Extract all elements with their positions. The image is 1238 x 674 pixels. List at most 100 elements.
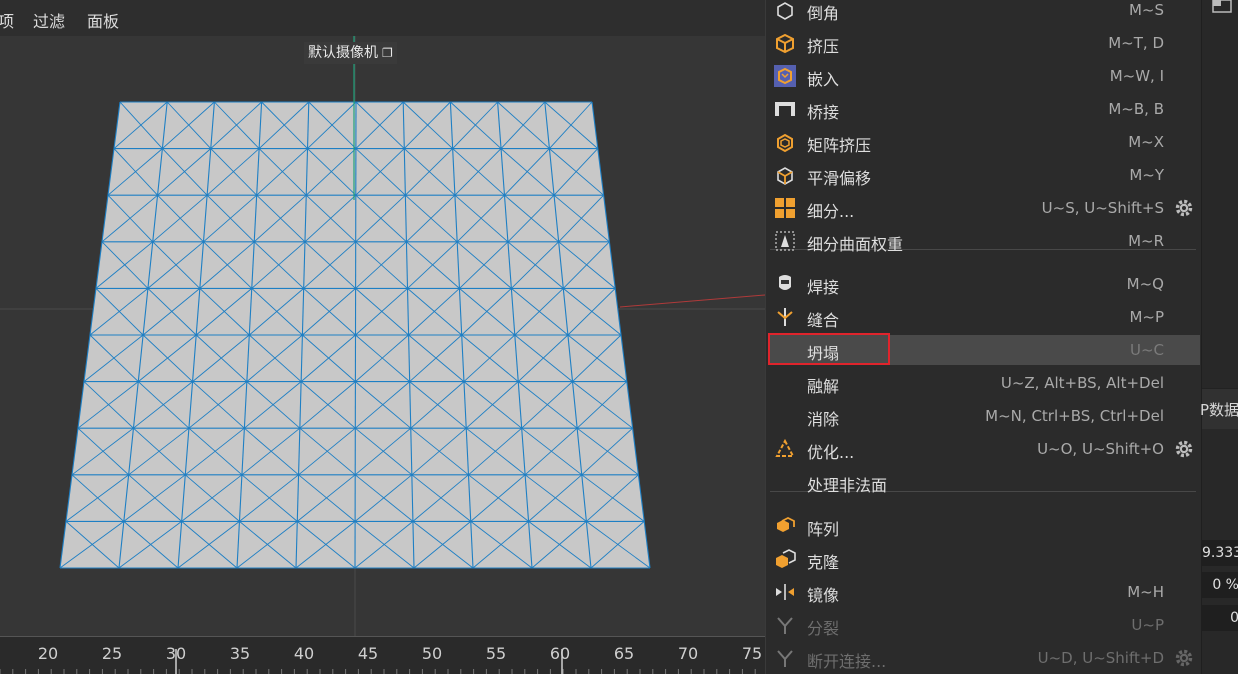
menu-item-14[interactable]: 优化... U~O, U~Shift+O: [768, 434, 1200, 464]
menu-item-label: 融解: [807, 377, 840, 396]
menu-item-2[interactable]: 挤压 M~T, D: [768, 28, 1200, 58]
ruler-tick-label: 50: [421, 644, 443, 663]
bevel-icon: [777, 2, 793, 20]
menu-item-label: 桥接: [807, 103, 840, 122]
menu-item-shortcut: M~X: [1128, 133, 1164, 151]
menu-item-13[interactable]: 消除 M~N, Ctrl+BS, Ctrl+Del: [768, 401, 1200, 431]
menu-item-label: 优化...: [807, 443, 855, 462]
stitch-icon: [777, 308, 793, 326]
menu-item-18[interactable]: 镜像 M~H: [768, 577, 1200, 607]
menu-options[interactable]: 项: [0, 8, 14, 32]
menu-item-shortcut: U~C: [1129, 341, 1164, 359]
ruler-tick-label: 20: [37, 644, 59, 663]
x-axis-line: [619, 294, 765, 308]
extrude-icon: [776, 33, 794, 54]
menu-item-shortcut: M~N, Ctrl+BS, Ctrl+Del: [985, 407, 1164, 425]
side-field-2[interactable]: 0 %: [1202, 572, 1238, 598]
camera-name: 默认摄像机: [308, 45, 378, 61]
gear-icon[interactable]: [1174, 198, 1194, 218]
menu-filter[interactable]: 过滤: [33, 8, 65, 32]
side-field-1[interactable]: 9.333: [1202, 540, 1238, 566]
menu-item-label: 细分...: [807, 202, 855, 221]
ruler-tick-label: 40: [293, 644, 315, 663]
menu-item-label: 挤压: [807, 37, 840, 56]
menu-item-label: 嵌入: [807, 70, 840, 89]
menu-item-shortcut: U~S, U~Shift+S: [1041, 199, 1164, 217]
inset-icon: [774, 65, 796, 87]
smooth-shift-icon: [777, 167, 793, 185]
menu-item-label: 焊接: [807, 278, 840, 297]
menu-item-19[interactable]: 分裂 U~P: [768, 610, 1200, 640]
3d-viewport[interactable]: 项 过滤 面板 默认摄像机 ❐ 20 25 30 35 40 45 50 55 60 65 70 75: [0, 0, 765, 674]
ruler-tick-label: 45: [357, 644, 379, 663]
menu-item-label: 阵列: [807, 520, 840, 539]
menu-panel[interactable]: 面板: [87, 8, 119, 32]
menu-item-shortcut: U~P: [1131, 616, 1164, 634]
menu-item-shortcut: M~Q: [1126, 275, 1164, 293]
menu-item-shortcut: M~Y: [1129, 166, 1164, 184]
menu-item-label: 断开连接...: [807, 652, 887, 671]
menu-item-shortcut: U~Z, Alt+BS, Alt+Del: [1000, 374, 1164, 392]
menu-item-shortcut: M~T, D: [1108, 34, 1164, 52]
array-icon: [777, 516, 795, 532]
layout-icon[interactable]: [1212, 0, 1232, 14]
menu-item-12[interactable]: 融解 U~Z, Alt+BS, Alt+Del: [768, 368, 1200, 398]
clone-icon: [776, 549, 796, 568]
subdivide-icon: [775, 198, 795, 218]
menu-item-label: 倒角: [807, 4, 840, 23]
ruler-tick-label: 75: [741, 644, 763, 663]
menu-item-4[interactable]: 桥接 M~B, B: [768, 94, 1200, 124]
optimize-icon: [775, 438, 795, 457]
menu-item-label: 细分曲面权重: [807, 235, 904, 254]
side-tab[interactable]: P数据: [1200, 388, 1238, 429]
menu-item-shortcut: U~O, U~Shift+O: [1037, 440, 1164, 458]
menu-item-label: 镜像: [807, 586, 840, 605]
menu-item-6[interactable]: 平滑偏移 M~Y: [768, 160, 1200, 190]
menu-item-1[interactable]: 倒角 M~S: [768, 0, 1200, 25]
ruler-tick-label: 55: [485, 644, 507, 663]
viewport-canvas: [0, 36, 765, 636]
menu-item-shortcut: M~P: [1129, 308, 1164, 326]
mirror-icon: [776, 584, 794, 600]
menu-item-shortcut: M~W, I: [1109, 67, 1164, 85]
menu-item-shortcut: M~S: [1128, 1, 1164, 19]
timeline-ruler[interactable]: 20 25 30 35 40 45 50 55 60 65 70 75: [0, 636, 765, 674]
attributes-side-panel: P数据 9.333 0 % 0: [1200, 0, 1238, 674]
gear-icon[interactable]: [1174, 648, 1194, 668]
menu-item-20[interactable]: 断开连接... U~D, U~Shift+D: [768, 643, 1200, 673]
menu-item-17[interactable]: 克隆: [768, 544, 1200, 574]
menu-item-label: 缝合: [807, 311, 840, 330]
gear-icon[interactable]: [1174, 439, 1194, 459]
menu-item-label: 克隆: [807, 553, 840, 572]
highlight-annotation-box: [768, 333, 890, 365]
camera-link-icon: ❐: [382, 46, 393, 60]
menu-item-label: 处理非法面: [807, 476, 888, 495]
bridge-icon: [775, 102, 795, 116]
menu-item-label: 消除: [807, 410, 840, 429]
subdivision-weight-icon: [775, 231, 795, 251]
ruler-tick-label: 65: [613, 644, 635, 663]
menu-item-11[interactable]: 坍塌 U~C: [768, 333, 1200, 365]
menu-item-10[interactable]: 缝合 M~P: [768, 302, 1200, 332]
viewport-menubar: 项 过滤 面板: [0, 0, 765, 36]
menu-item-shortcut: U~D, U~Shift+D: [1037, 649, 1164, 667]
ruler-tick-label: 35: [229, 644, 251, 663]
menu-item-7[interactable]: 细分... U~S, U~Shift+S: [768, 193, 1200, 223]
menu-item-shortcut: M~B, B: [1108, 100, 1164, 118]
mesh-context-menu: 倒角 M~S 挤压 M~T, D 嵌入 M~W, I 桥接 M~B, B 矩阵挤压 M~X 平滑偏移…: [765, 0, 1202, 674]
menu-item-5[interactable]: 矩阵挤压 M~X: [768, 127, 1200, 157]
menu-item-16[interactable]: 阵列: [768, 511, 1200, 541]
menu-item-shortcut: M~H: [1127, 583, 1164, 601]
menu-item-3[interactable]: 嵌入 M~W, I: [768, 61, 1200, 91]
split-icon: [777, 617, 793, 634]
menu-item-8[interactable]: 细分曲面权重 M~R: [768, 226, 1200, 256]
menu-item-label: 分裂: [807, 619, 840, 638]
menu-item-15[interactable]: 处理非法面: [768, 467, 1200, 497]
ruler-tick-label: 70: [677, 644, 699, 663]
menu-item-9[interactable]: 焊接 M~Q: [768, 269, 1200, 299]
camera-label[interactable]: 默认摄像机 ❐: [304, 42, 397, 64]
matrix-extrude-icon: [777, 133, 793, 153]
weld-icon: [779, 275, 791, 290]
ruler-tick-label: 60: [549, 644, 571, 663]
side-field-3[interactable]: 0: [1202, 605, 1238, 631]
